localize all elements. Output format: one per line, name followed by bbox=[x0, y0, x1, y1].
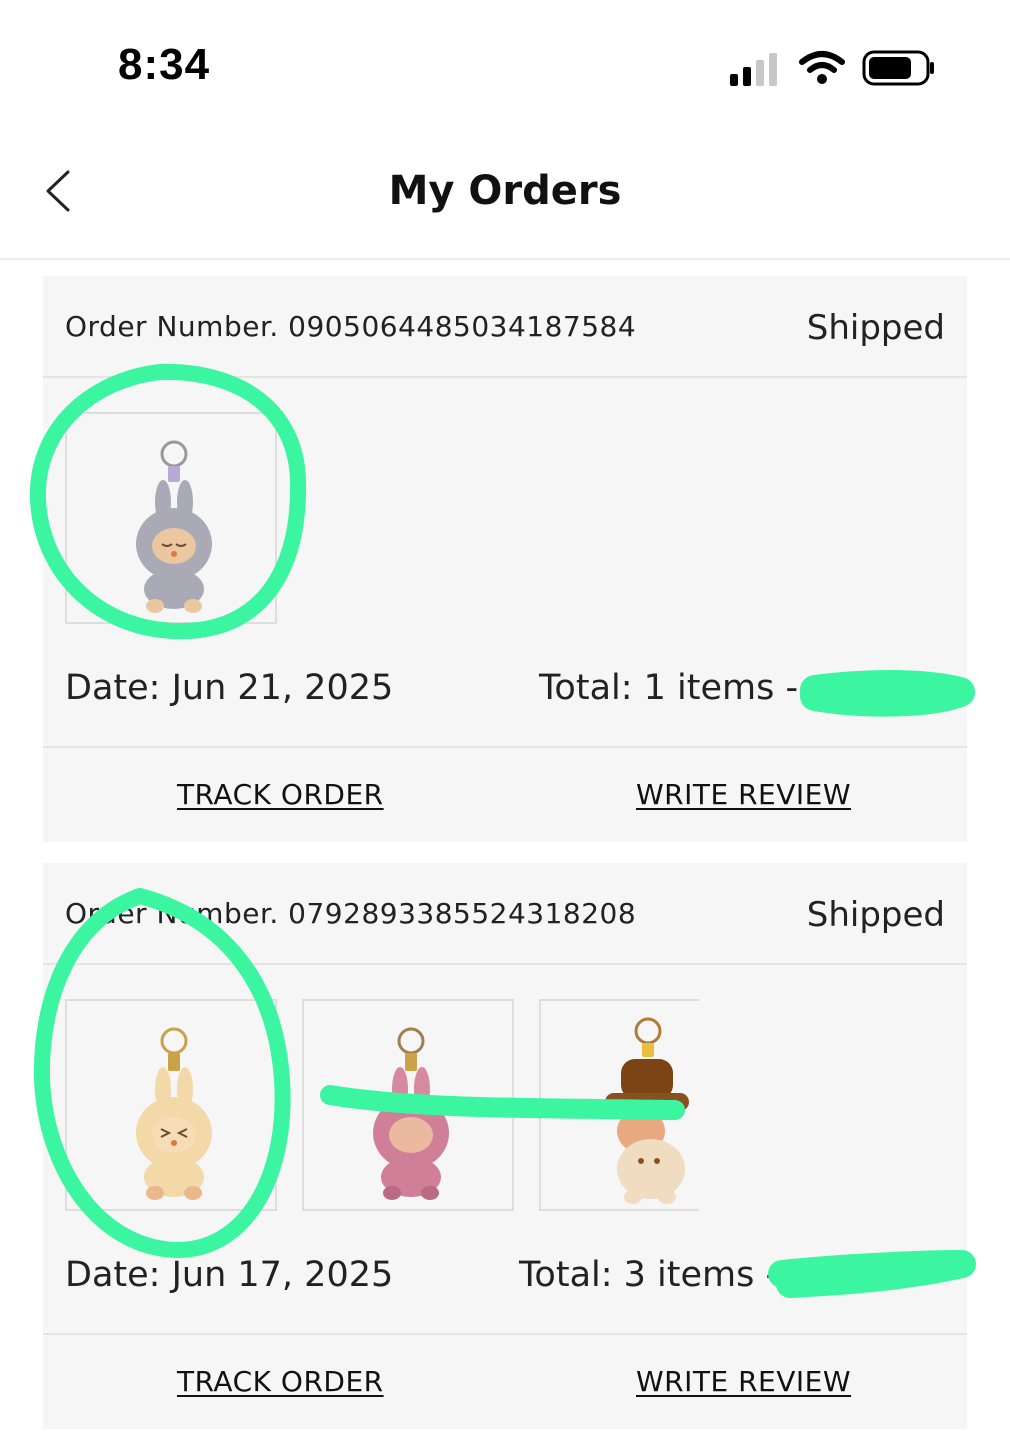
product-thumbnail[interactable] bbox=[539, 999, 699, 1211]
status-bar: 8:34 bbox=[0, 0, 1010, 130]
order-actions: TRACK ORDER WRITE REVIEW bbox=[43, 1335, 967, 1429]
order-header: Order Number. 0792893385524318208 Shippe… bbox=[43, 863, 967, 965]
product-thumbnail[interactable] bbox=[65, 412, 277, 624]
order-status: Shipped bbox=[806, 308, 945, 348]
order-total: Total: 3 items - bbox=[519, 1255, 779, 1295]
order-card: Order Number. 0792893385524318208 Shippe… bbox=[43, 863, 967, 1429]
status-icons bbox=[730, 48, 940, 88]
order-total: Total: 1 items - bbox=[539, 668, 799, 708]
order-body: Date: Jun 21, 2025 Total: 1 items - bbox=[43, 378, 967, 748]
page-title: My Orders bbox=[388, 168, 622, 214]
order-status: Shipped bbox=[806, 895, 945, 935]
order-actions: TRACK ORDER WRITE REVIEW bbox=[43, 748, 967, 842]
nav-bar: My Orders bbox=[0, 130, 1010, 260]
brown-hat-plush-keychain-image bbox=[605, 1017, 689, 1204]
battery-icon bbox=[862, 50, 934, 86]
cellular-signal-icon bbox=[730, 53, 777, 86]
wifi-icon bbox=[799, 51, 845, 84]
product-thumbnail[interactable] bbox=[302, 999, 514, 1211]
write-review-link[interactable]: WRITE REVIEW bbox=[636, 1365, 851, 1398]
order-date: Date: Jun 17, 2025 bbox=[65, 1255, 394, 1295]
track-order-link[interactable]: TRACK ORDER bbox=[177, 1365, 384, 1398]
gray-plush-keychain-image bbox=[136, 440, 212, 613]
product-thumbnail[interactable] bbox=[65, 999, 277, 1211]
order-number: Order Number. 0905064485034187584 bbox=[65, 310, 637, 343]
order-body: Date: Jun 17, 2025 Total: 3 items - bbox=[43, 965, 967, 1335]
cream-plush-keychain-image bbox=[136, 1027, 212, 1200]
pink-plush-keychain-image bbox=[373, 1027, 449, 1200]
order-number: Order Number. 0792893385524318208 bbox=[65, 897, 637, 930]
status-time: 8:34 bbox=[118, 40, 211, 89]
order-card: Order Number. 0905064485034187584 Shippe… bbox=[43, 276, 967, 842]
order-date: Date: Jun 21, 2025 bbox=[65, 668, 394, 708]
track-order-link[interactable]: TRACK ORDER bbox=[177, 778, 384, 811]
order-header: Order Number. 0905064485034187584 Shippe… bbox=[43, 276, 967, 378]
write-review-link[interactable]: WRITE REVIEW bbox=[636, 778, 851, 811]
